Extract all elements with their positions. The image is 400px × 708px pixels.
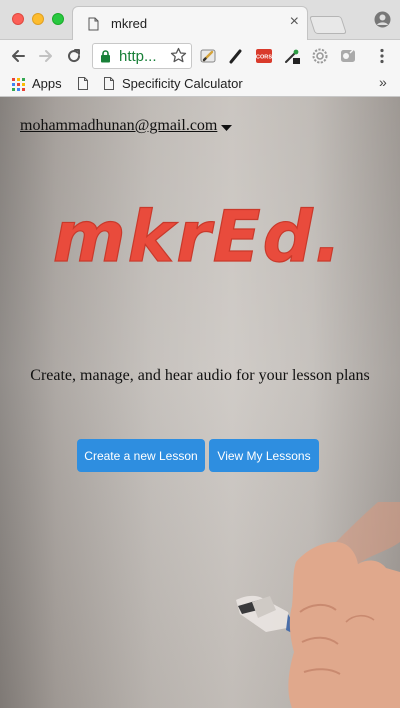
bookmarks-bar: Apps Specificity Calculator » <box>0 72 400 97</box>
menu-icon[interactable] <box>375 47 389 65</box>
browser-toolbar: http... CORS <box>0 40 400 72</box>
apps-grid-icon[interactable] <box>12 78 25 91</box>
file-icon <box>104 77 114 90</box>
window-minimize-button[interactable] <box>32 13 44 25</box>
lock-icon <box>101 50 110 63</box>
apps-bookmark[interactable]: Apps <box>32 76 62 91</box>
toggle-extension-icon[interactable] <box>339 47 357 65</box>
pencil-extension-icon[interactable] <box>199 47 217 65</box>
window-close-button[interactable] <box>12 13 24 25</box>
bookmark-specificity-calculator[interactable]: Specificity Calculator <box>122 76 243 91</box>
page-icon <box>88 17 99 31</box>
tagline: Create, manage, and hear audio for your … <box>30 367 370 384</box>
url-text: http... <box>119 48 157 65</box>
hand-with-marker-image <box>236 502 400 708</box>
view-lessons-button[interactable]: View My Lessons <box>209 439 319 472</box>
profile-icon[interactable] <box>374 11 391 28</box>
back-arrow-icon[interactable] <box>9 47 27 65</box>
window-maximize-button[interactable] <box>52 13 64 25</box>
svg-text:mkrEd.: mkrEd. <box>53 196 344 278</box>
tab-close-button[interactable]: × <box>290 14 299 30</box>
page-background: mohammadhunan@gmail.com mkrEd. Create, m… <box>0 97 400 708</box>
account-email-dropdown[interactable]: mohammadhunan@gmail.com <box>20 117 217 135</box>
browser-tab[interactable]: mkred × <box>72 6 308 40</box>
file-icon[interactable] <box>78 77 88 90</box>
svg-text:CORS: CORS <box>256 55 272 61</box>
reload-icon[interactable] <box>65 47 83 65</box>
caret-down-icon[interactable] <box>221 125 232 131</box>
settings-extension-icon[interactable] <box>311 47 329 65</box>
create-lesson-button[interactable]: Create a new Lesson <box>77 439 205 472</box>
cors-extension-icon[interactable]: CORS <box>255 47 273 65</box>
address-bar[interactable]: http... <box>92 43 192 69</box>
browser-titlebar: mkred × <box>0 0 400 40</box>
new-tab-button[interactable] <box>309 16 347 34</box>
mkred-logo: mkrEd. <box>52 195 344 278</box>
bookmark-star-icon[interactable] <box>170 47 187 64</box>
pen-extension-icon[interactable] <box>227 47 245 65</box>
forward-arrow-icon[interactable] <box>37 47 55 65</box>
eyedropper-extension-icon[interactable] <box>283 47 301 65</box>
bookmarks-overflow-icon[interactable]: » <box>379 74 387 90</box>
tab-title: mkred <box>111 16 148 31</box>
